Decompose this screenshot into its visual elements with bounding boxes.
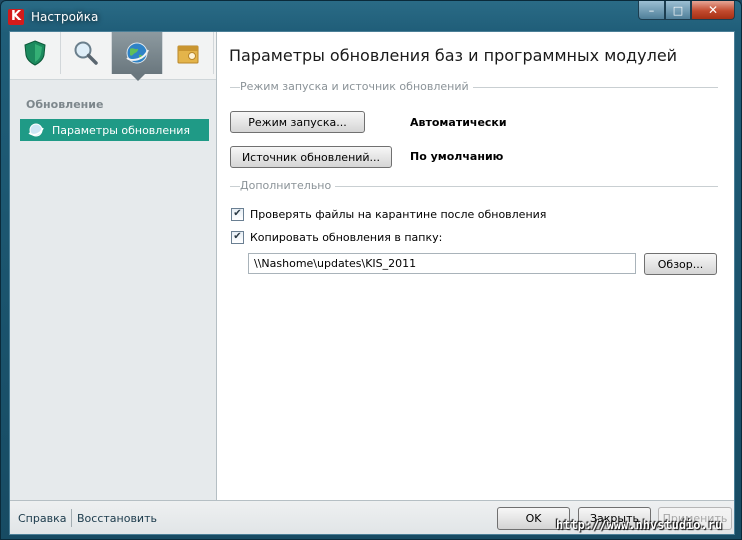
window-controls: – □ ✕ [638,1,735,21]
copy-updates-row[interactable]: ✔ Копировать обновления в папку: [231,229,442,245]
globe-icon [126,42,149,64]
group-run-mode-source-label: Режим запуска и источник обновлений [240,80,473,93]
update-source-value: По умолчанию [410,150,504,163]
check-quarantine-label: Проверять файлы на карантине после обнов… [250,207,547,221]
group-additional-label: Дополнительно [240,179,336,192]
page-title: Параметры обновления баз и программных м… [229,46,678,65]
update-source-button[interactable]: Источник обновлений... [230,146,392,168]
check-quarantine-row[interactable]: ✔ Проверять файлы на карантине после обн… [231,206,546,222]
browse-button[interactable]: Обзор... [644,253,717,275]
group-additional: Дополнительно [230,179,718,193]
sidebar-item-label: Параметры обновления [52,123,191,137]
category-update[interactable] [112,32,163,81]
help-link[interactable]: Справка [18,512,66,525]
window-title: Настройка [31,10,99,24]
left-panel: Обновление Параметры обновления [10,32,217,500]
box-gear-icon [177,45,199,64]
update-globe-icon [28,123,44,137]
sidebar-item-update-settings[interactable]: Параметры обновления [20,119,209,141]
category-protection[interactable] [10,32,61,74]
footer-separator [71,509,72,527]
magnifier-icon [74,41,98,65]
restore-link[interactable]: Восстановить [77,512,157,525]
kaspersky-logo-icon: K [8,9,24,25]
close-window-button[interactable]: ✕ [691,1,735,20]
settings-window: K Настройка – □ ✕ Обновление Параметры о… [0,0,742,540]
client-area: Обновление Параметры обновления Параметр… [9,31,735,535]
category-scan[interactable] [61,32,112,74]
content-panel: Параметры обновления баз и программных м… [218,32,734,500]
update-folder-path-input[interactable] [248,253,636,274]
check-quarantine-checkbox[interactable]: ✔ [231,207,244,221]
minimize-button[interactable]: – [638,1,665,20]
category-toolbar [10,32,216,81]
copy-updates-checkbox[interactable]: ✔ [231,230,244,244]
maximize-button[interactable]: □ [665,1,691,20]
run-mode-value: Автоматически [410,116,507,129]
category-settings[interactable] [163,32,214,74]
section-update-label: Обновление [26,98,104,111]
copy-updates-label: Копировать обновления в папку: [250,230,443,244]
run-mode-button[interactable]: Режим запуска... [230,111,365,133]
watermark-text: http://www.nhvstudio.ru [556,518,723,532]
title-bar[interactable]: K Настройка – □ ✕ [1,1,741,31]
group-run-mode-source: Режим запуска и источник обновлений [230,80,718,94]
shield-icon [24,40,46,66]
